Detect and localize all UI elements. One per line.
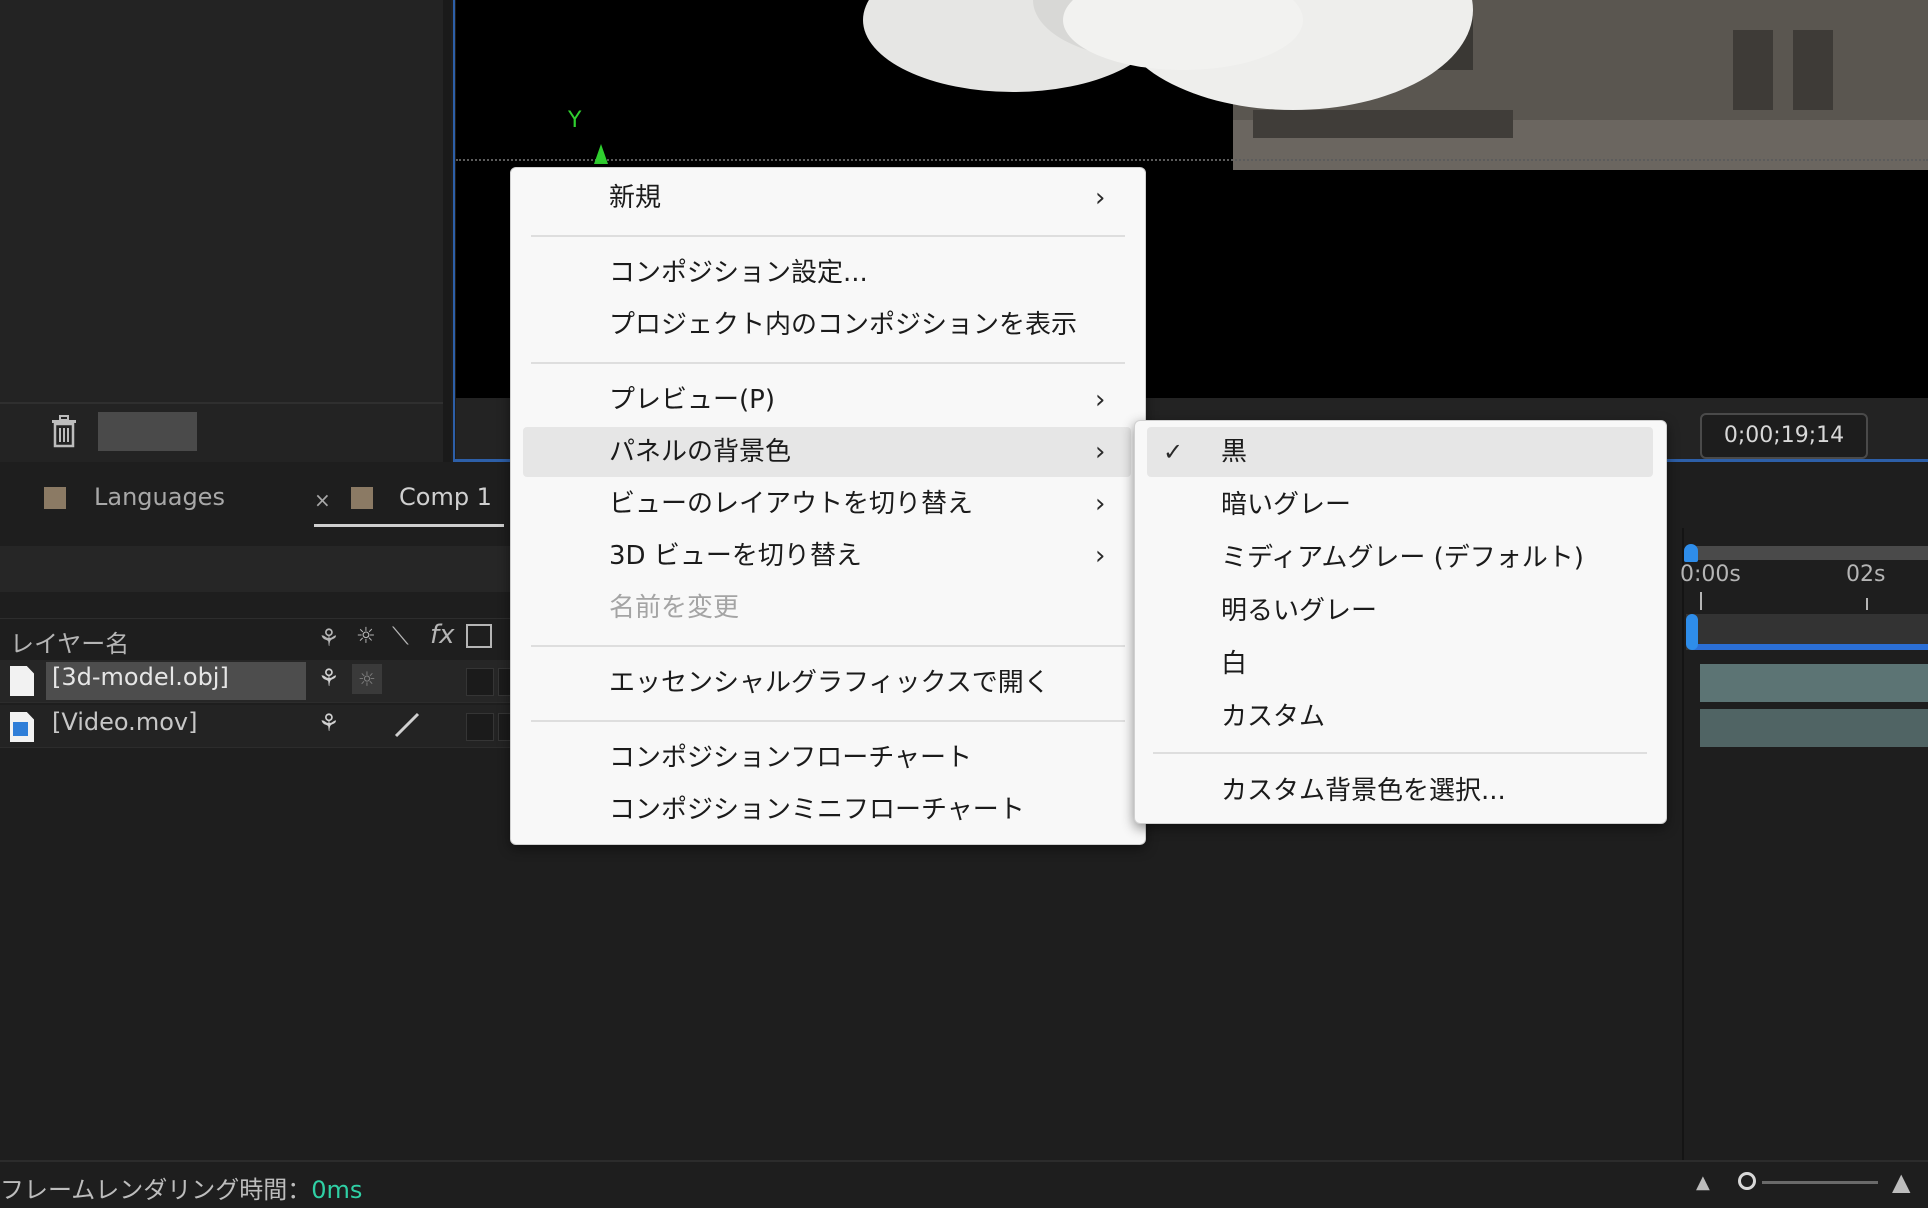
- shy-column-icon: ⚘: [318, 624, 340, 652]
- submenu-item-label: カスタム: [1221, 702, 1326, 732]
- time-navigator-bar[interactable]: [1686, 546, 1928, 560]
- menu-item-comp-settings[interactable]: コンポジション設定...: [527, 248, 1127, 298]
- menu-item-label: コンポジションフローチャート: [609, 743, 972, 773]
- timeline-search-row: [0, 546, 510, 592]
- tab-languages[interactable]: Languages: [94, 483, 225, 511]
- submenu-panel-bg-color: ✓ 黒 暗いグレー ミディアムグレー (デフォルト) 明るいグレー 白 カスタム…: [1134, 420, 1667, 824]
- render-time-value: 0ms: [311, 1176, 363, 1204]
- menu-item-comp-mini-flowchart[interactable]: コンポジションミニフローチャート: [527, 785, 1127, 835]
- collapse-switch-icon[interactable]: ☼: [352, 664, 382, 694]
- zoom-slider-handle[interactable]: [1738, 1172, 1756, 1190]
- menu-item-label: 名前を変更: [609, 593, 740, 623]
- menu-item-label: エッセンシャルグラフィックスで開く: [609, 668, 1050, 698]
- submenu-item-white[interactable]: 白: [1147, 639, 1653, 689]
- submenu-item-light-gray[interactable]: 明るいグレー: [1147, 586, 1653, 636]
- close-icon[interactable]: ×: [314, 488, 331, 512]
- ruler-tick: [1700, 592, 1702, 610]
- collapse-column-icon: ☼: [356, 624, 376, 649]
- submenu-item-label: 明るいグレー: [1221, 596, 1378, 626]
- tab-comp1[interactable]: Comp 1: [399, 483, 492, 511]
- submenu-item-label: 白: [1221, 649, 1248, 679]
- chevron-right-icon: ›: [1095, 385, 1106, 415]
- menu-item-switch-view-layout[interactable]: ビューのレイアウトを切り替え ›: [527, 479, 1127, 529]
- submenu-item-choose-custom-color[interactable]: カスタム背景色を選択...: [1147, 766, 1653, 816]
- render-time-text: フレームレンダリング時間：0ms: [0, 1170, 362, 1205]
- context-menu: 新規 › コンポジション設定... プロジェクト内のコンポジションを表示 プレビ…: [510, 167, 1146, 845]
- menu-item-label: 新規: [609, 183, 662, 213]
- submenu-item-label: 暗いグレー: [1221, 490, 1352, 520]
- color-depth-button[interactable]: [98, 412, 197, 451]
- video-file-icon: [13, 722, 28, 736]
- scene-preview-image: [853, 0, 1928, 170]
- submenu-item-custom[interactable]: カスタム: [1147, 692, 1653, 742]
- trash-icon[interactable]: [48, 414, 80, 448]
- submenu-item-label: ミディアムグレー (デフォルト): [1221, 543, 1584, 573]
- menu-item-label: プロジェクト内のコンポジションを表示: [609, 310, 1078, 340]
- menu-item-label: プレビュー(P): [609, 385, 775, 415]
- ruler-tick-label: 0:00s: [1680, 562, 1741, 587]
- panel-divider[interactable]: [443, 0, 451, 462]
- work-area-range: [1692, 644, 1928, 650]
- shy-switch-icon[interactable]: ⚘: [318, 664, 340, 692]
- work-area-start-handle[interactable]: [1686, 614, 1698, 650]
- menu-separator: [531, 235, 1125, 237]
- menu-item-label: コンポジションミニフローチャート: [609, 795, 1025, 825]
- menu-item-preview[interactable]: プレビュー(P) ›: [527, 375, 1127, 425]
- tab-languages-label-color: [44, 487, 66, 509]
- check-icon: ✓: [1163, 438, 1184, 466]
- menu-item-reveal-in-project[interactable]: プロジェクト内のコンポジションを表示: [527, 300, 1127, 350]
- chevron-right-icon: ›: [1095, 183, 1106, 213]
- current-time-display[interactable]: 0;00;19;14: [1700, 413, 1868, 459]
- viewer-guide-line: [456, 159, 1928, 161]
- y-axis-arrow-icon: [594, 144, 608, 164]
- render-time-label: フレームレンダリング時間：: [0, 1176, 312, 1204]
- submenu-item-black[interactable]: ✓ 黒: [1147, 427, 1653, 477]
- navigator-start-handle[interactable]: [1684, 544, 1698, 562]
- submenu-item-label: 黒: [1221, 437, 1248, 467]
- file-icon: [10, 666, 34, 696]
- submenu-item-medium-gray[interactable]: ミディアムグレー (デフォルト): [1147, 533, 1653, 583]
- zoom-in-icon[interactable]: ▲: [1892, 1168, 1910, 1196]
- frame-blend-column-icon: [466, 624, 492, 648]
- layer-duration-bar[interactable]: [1700, 709, 1928, 747]
- quality-switch-icon[interactable]: [392, 710, 422, 740]
- shy-switch-icon[interactable]: ⚘: [318, 709, 340, 737]
- menu-item-label: パネルの背景色: [609, 437, 792, 467]
- project-panel: [0, 0, 443, 462]
- menu-item-label: コンポジション設定...: [609, 258, 868, 288]
- tab-comp1-label-color: [351, 487, 373, 509]
- chevron-right-icon: ›: [1095, 489, 1106, 519]
- submenu-item-label: カスタム背景色を選択...: [1221, 776, 1506, 806]
- layer-name[interactable]: [Video.mov]: [52, 708, 197, 736]
- quality-column-icon: ⟍: [392, 622, 409, 650]
- submenu-item-dark-gray[interactable]: 暗いグレー: [1147, 480, 1653, 530]
- menu-item-new[interactable]: 新規 ›: [527, 173, 1127, 223]
- zoom-out-icon[interactable]: ▲: [1696, 1172, 1710, 1193]
- menu-item-comp-flowchart[interactable]: コンポジションフローチャート: [527, 733, 1127, 783]
- y-axis-label: Y: [568, 108, 582, 133]
- layer-switch-box[interactable]: [466, 713, 494, 741]
- menu-item-label: 3D ビューを切り替え: [609, 541, 862, 571]
- menu-item-label: ビューのレイアウトを切り替え: [609, 489, 974, 519]
- fx-column-icon: fx: [430, 620, 455, 650]
- menu-separator: [531, 645, 1125, 647]
- layer-switch-box[interactable]: [466, 668, 494, 696]
- ruler-tick: [1866, 598, 1868, 610]
- menu-separator: [1153, 752, 1647, 754]
- layer-name[interactable]: [3d-model.obj]: [52, 663, 229, 691]
- ruler-tick-label: 02s: [1846, 562, 1886, 587]
- chevron-right-icon: ›: [1095, 437, 1106, 467]
- menu-item-open-essential-graphics[interactable]: エッセンシャルグラフィックスで開く: [527, 658, 1127, 708]
- menu-separator: [531, 362, 1125, 364]
- zoom-slider-track[interactable]: [1762, 1181, 1878, 1184]
- chevron-right-icon: ›: [1095, 541, 1106, 571]
- active-tab-indicator: [314, 524, 504, 527]
- menu-separator: [531, 720, 1125, 722]
- layer-duration-bar[interactable]: [1700, 664, 1928, 702]
- menu-item-panel-bg-color[interactable]: パネルの背景色 ›: [523, 427, 1131, 477]
- layer-name-column-header[interactable]: レイヤー名: [10, 624, 129, 659]
- menu-item-switch-3d-view[interactable]: 3D ビューを切り替え ›: [527, 531, 1127, 581]
- menu-item-rename: 名前を変更: [527, 583, 1127, 633]
